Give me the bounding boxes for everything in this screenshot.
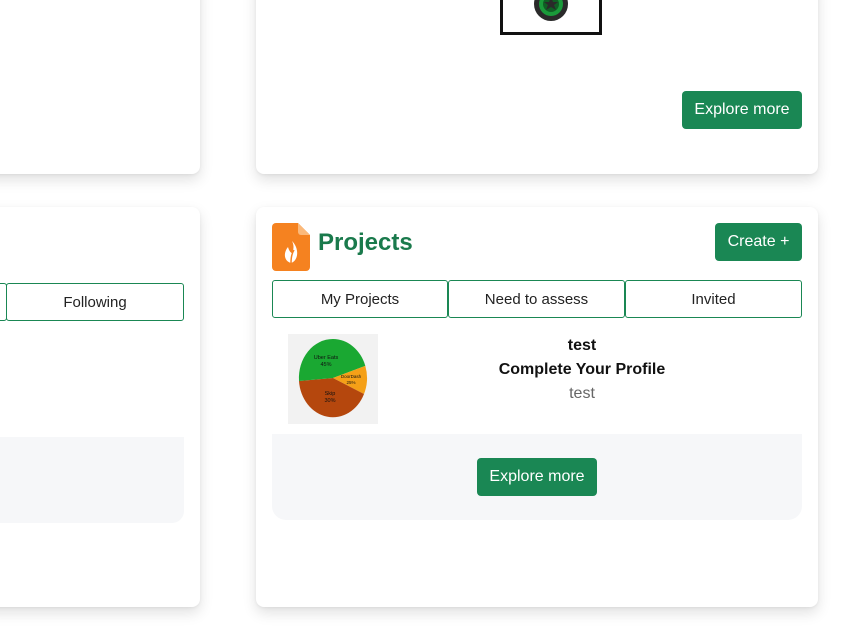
project-footer-panel: Explore more [272,434,802,520]
explore-more-button[interactable]: Explore more [477,458,597,496]
pie-chart: Uber Eats 45% DoorDash 25% Skip 30% [298,338,367,418]
projects-card: Projects Create + My Projects Need to as… [256,207,818,607]
pie-label-doordash: DoorDash [341,374,362,379]
pie-label-uber-eats: Uber Eats [314,355,339,361]
create-project-button[interactable]: Create + [715,223,802,261]
project-name[interactable]: test [436,337,728,355]
pie-value-uber-eats: 45% [320,362,331,368]
content-panel [0,437,184,523]
badge-icon [500,0,602,35]
top-left-card [0,0,200,174]
tab-my-projects[interactable]: My Projects [272,280,448,318]
bottom-left-card: Following [0,207,200,607]
project-description: test [569,385,595,402]
pie-value-doordash: 25% [346,380,355,385]
pie-value-skip: 30% [324,398,335,404]
projects-title: Projects [318,229,413,256]
pie-label-skip: Skip [325,391,336,397]
project-thumbnail[interactable]: Uber Eats 45% DoorDash 25% Skip 30% [288,334,378,424]
explore-more-button[interactable]: Explore more [682,91,802,129]
top-right-card: Explore more [256,0,818,174]
tab-following[interactable]: Following [6,283,184,321]
project-status: Complete Your Profile [498,361,666,378]
tab-invited[interactable]: Invited [625,280,802,318]
project-document-icon [272,223,310,271]
tab-need-to-assess[interactable]: Need to assess [448,280,625,318]
